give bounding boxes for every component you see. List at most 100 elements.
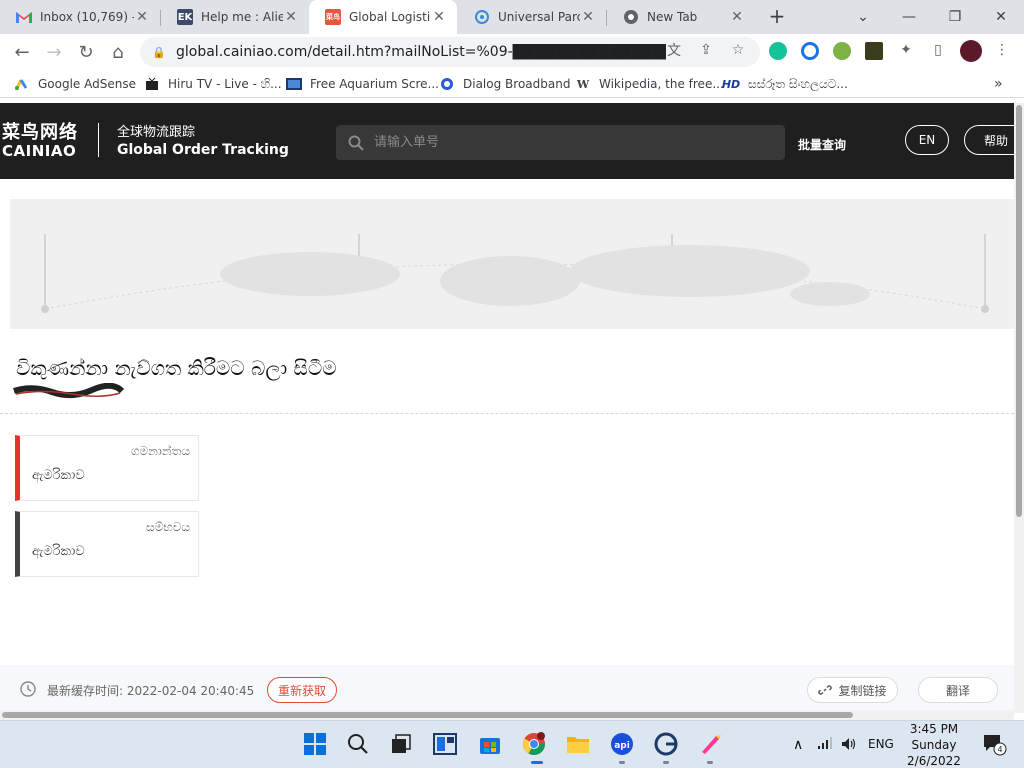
card-value: ඇමරිකාව	[32, 544, 85, 559]
close-icon[interactable]: ✕	[729, 9, 745, 25]
close-window-button[interactable]: ✕	[978, 0, 1024, 34]
copy-link-button[interactable]: 复制链接	[807, 677, 898, 703]
translate-button[interactable]: 翻译	[918, 677, 998, 703]
download-extension-icon[interactable]	[865, 42, 883, 60]
link-icon	[818, 685, 833, 695]
wikipedia-icon: W	[576, 77, 590, 91]
back-button[interactable]: ←	[10, 40, 34, 64]
help-button[interactable]: 帮助	[964, 125, 1014, 155]
scrollbar-thumb[interactable]	[2, 712, 853, 718]
bookmark-wikipedia[interactable]: W Wikipedia, the free...	[575, 75, 724, 93]
close-icon[interactable]: ✕	[431, 9, 447, 25]
system-clock[interactable]: 3:45 PM Sunday 2/6/2022	[900, 721, 968, 768]
hiru-tv-icon	[144, 76, 160, 92]
close-icon[interactable]: ✕	[580, 9, 596, 25]
bookmark-sinhala[interactable]: HD සස්රූත සිංහලයට...	[722, 75, 848, 93]
profile-avatar[interactable]	[960, 40, 982, 62]
bookmark-label: Google AdSense	[38, 77, 136, 91]
new-tab-button[interactable]: +	[766, 5, 788, 27]
tagline-cn: 全球物流跟踪	[117, 125, 196, 140]
batch-query-link[interactable]: 批量查询	[798, 136, 846, 153]
cainiao-logo[interactable]: 菜鸟网络 CAINIAO	[2, 123, 78, 160]
home-button[interactable]: ⌂	[106, 40, 130, 64]
side-panel-icon[interactable]: ▯	[929, 41, 947, 59]
tracking-number-input[interactable]	[374, 135, 774, 150]
clock-time: 3:45 PM	[909, 722, 959, 736]
tab-title: Global Logistics	[349, 10, 431, 24]
tab-title: Inbox (10,769) -	[40, 10, 134, 24]
tagline-en: Global Order Tracking	[117, 142, 289, 158]
card-label: සම්භවය	[146, 520, 190, 534]
logo-en: CAINIAO	[2, 142, 77, 160]
bookmark-dialog[interactable]: Dialog Broadband	[439, 75, 570, 93]
browser-toolbar: ← → ↻ ⌂ 🔒 global.cainiao.com/detail.htm?…	[0, 34, 1024, 70]
translate-page-icon[interactable]: 文	[665, 41, 683, 59]
extension-blue-icon[interactable]	[801, 42, 819, 60]
task-view-icon[interactable]	[388, 731, 414, 757]
file-explorer-icon[interactable]	[565, 731, 591, 757]
tab-universal-parcel[interactable]: Universal Parcel ✕	[458, 0, 606, 34]
bookmark-hiru-tv[interactable]: Hiru TV - Live - හි...	[144, 75, 282, 93]
search-icon	[348, 135, 364, 151]
cache-time-text: 最新缓存时间: 2022-02-04 20:40:45	[47, 684, 255, 698]
bookmark-label: Wikipedia, the free...	[599, 77, 724, 91]
logo-divider	[98, 123, 99, 157]
gmail-icon	[16, 9, 32, 25]
logo-cn: 菜鸟网络	[2, 122, 78, 143]
lock-icon: 🔒	[152, 46, 166, 59]
restore-button[interactable]: ❐	[932, 0, 978, 34]
tab-title: Universal Parcel	[498, 10, 580, 24]
chrome-icon[interactable]	[521, 731, 547, 757]
bookmark-adsense[interactable]: Google AdSense	[14, 75, 136, 93]
page-content: 菜鸟网络 CAINIAO 全球物流跟踪 Global Order Trackin…	[0, 103, 1014, 713]
close-icon[interactable]: ✕	[283, 9, 299, 25]
scrollbar-thumb[interactable]	[1016, 105, 1022, 517]
bookmark-aquarium[interactable]: Free Aquarium Scre...	[286, 75, 439, 93]
minimize-button[interactable]: —	[886, 0, 932, 34]
tracking-search-box[interactable]	[336, 125, 785, 160]
network-app-icon[interactable]	[653, 731, 679, 757]
tab-search-icon[interactable]: ⌄	[840, 0, 886, 34]
share-icon[interactable]: ⇪	[697, 41, 715, 59]
start-windows-icon[interactable]	[302, 731, 328, 757]
extensions-puzzle-icon[interactable]: ✦	[897, 41, 915, 59]
reload-button[interactable]: ↻	[74, 40, 98, 64]
menu-kebab-icon[interactable]: ⋮	[993, 41, 1011, 59]
notifications-icon[interactable]: 4	[982, 733, 1008, 760]
dialog-icon	[439, 76, 455, 92]
close-icon[interactable]: ✕	[134, 9, 150, 25]
tab-gmail[interactable]: Inbox (10,769) - ✕	[0, 0, 160, 34]
forward-button[interactable]: →	[42, 40, 66, 64]
chevron-up-icon[interactable]: ∧	[793, 737, 803, 753]
origin-card: සම්භවය ඇමරිකාව	[15, 511, 199, 577]
language-button[interactable]: EN	[905, 125, 949, 155]
bookmarks-bar: Google AdSense Hiru TV - Live - හි... Fr…	[0, 70, 1024, 98]
volume-icon[interactable]	[841, 737, 857, 754]
horizontal-scrollbar[interactable]	[0, 710, 1014, 720]
tagline: 全球物流跟踪 Global Order Tracking	[117, 124, 289, 159]
hd-icon: HD	[721, 77, 741, 91]
bookmark-label: Dialog Broadband	[463, 77, 571, 91]
bookmark-star-icon[interactable]: ☆	[729, 41, 747, 59]
page-title: විකුණන්නා නැව්ගත කිරීමට බලා සිටීම	[16, 356, 337, 380]
extension-green-icon[interactable]	[833, 42, 851, 60]
refresh-button[interactable]: 重新获取	[267, 677, 337, 703]
grammarly-icon[interactable]	[769, 42, 787, 60]
chrome-icon	[623, 9, 639, 25]
microsoft-store-icon[interactable]	[477, 731, 503, 757]
api-app-icon[interactable]: api	[609, 731, 635, 757]
ek-icon: EK	[177, 9, 193, 25]
tab-aliexpress-help[interactable]: EK Help me : Aliexp ✕	[161, 0, 309, 34]
url-text[interactable]: global.cainiao.com/detail.htm?mailNoList…	[176, 44, 666, 60]
card-value: ඇමරිකාව	[32, 468, 85, 483]
vertical-scrollbar[interactable]	[1014, 103, 1024, 713]
search-icon[interactable]	[345, 731, 371, 757]
aquarium-icon	[286, 76, 302, 92]
widgets-icon[interactable]	[432, 731, 458, 757]
wifi-signal-icon[interactable]	[817, 737, 833, 752]
language-indicator[interactable]: ENG	[868, 737, 894, 751]
tab-new-tab[interactable]: New Tab ✕	[607, 0, 755, 34]
bookmarks-overflow-icon[interactable]: »	[994, 75, 1003, 93]
pen-app-icon[interactable]	[697, 731, 723, 757]
tab-global-logistics[interactable]: 菜鸟 Global Logistics ✕	[309, 0, 457, 34]
